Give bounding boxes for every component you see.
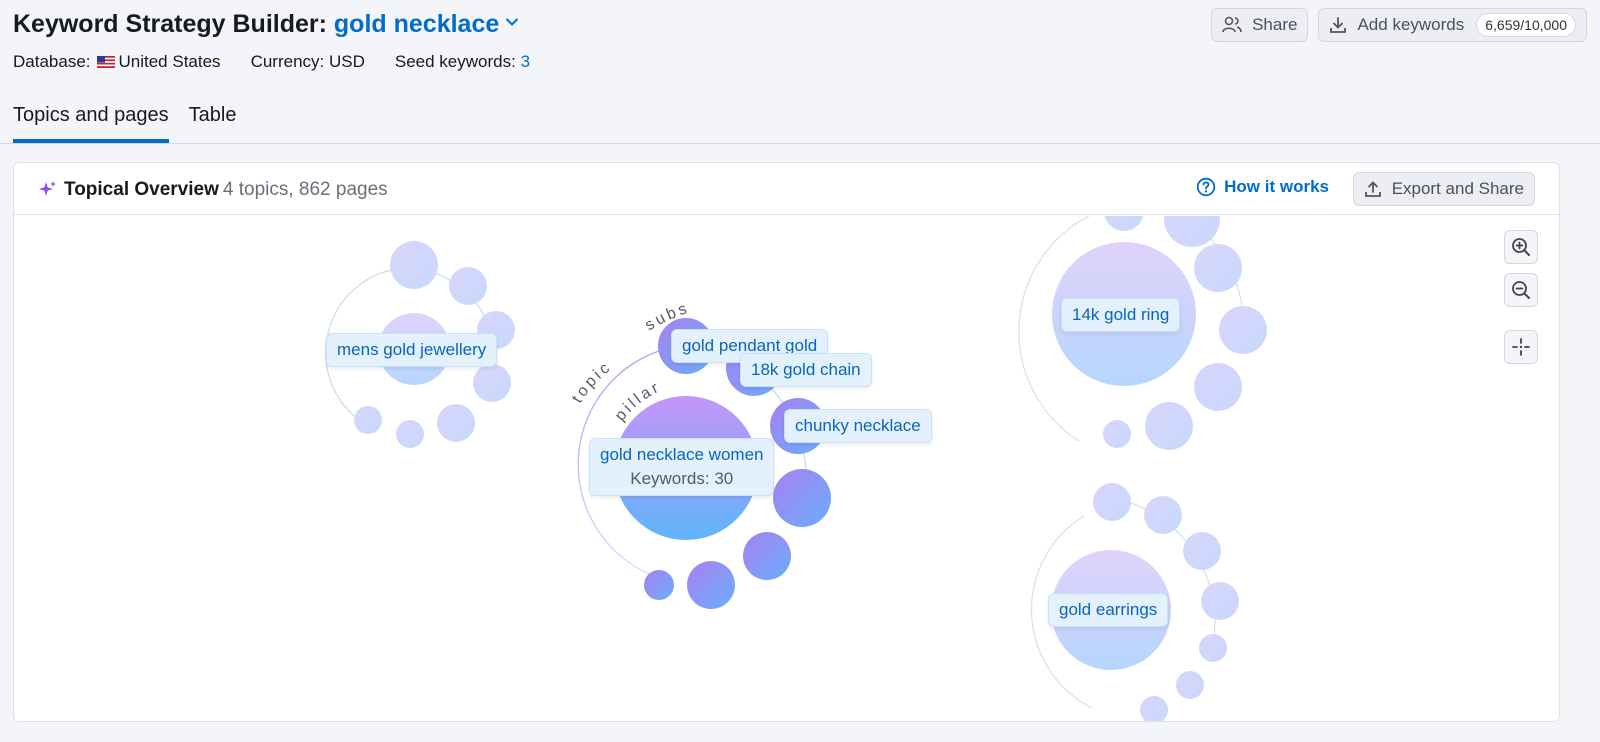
topical-overview-panel: Topical Overview 4 topics, 862 pages How … (13, 162, 1560, 722)
zoom-in-icon (1512, 238, 1530, 256)
currency-info: Currency: USD (250, 52, 365, 71)
keyword-text: gold necklace (333, 10, 500, 38)
database-info: Database: United States (13, 52, 221, 72)
arc-label-topic: topic (569, 358, 615, 406)
us-flag-icon (96, 56, 115, 68)
view-tabs: Topics and pages Table (13, 100, 236, 143)
subtopic-label-chunky-necklace[interactable]: chunky necklace (784, 409, 932, 443)
seed-label: Seed keywords: (394, 52, 516, 71)
sparkle-icon (39, 181, 56, 196)
share-button[interactable]: Share (1211, 8, 1309, 42)
topic-label-gold-earrings[interactable]: gold earrings (1048, 593, 1169, 627)
keyword-selector[interactable]: gold necklace (334, 10, 519, 38)
zoom-in-button[interactable] (1504, 230, 1538, 264)
topic-map-graphic: topic subs pillar (325, 216, 1267, 721)
recenter-icon (1512, 338, 1530, 356)
seed-count-link[interactable]: 3 (521, 52, 530, 71)
tab-table[interactable]: Table (189, 100, 237, 143)
zoom-out-icon (1512, 281, 1530, 299)
database-meta: Database: United States Currency: USD See… (13, 52, 530, 72)
topic-map-canvas[interactable]: topic subs pillar mens gold jewellery go… (14, 216, 1559, 721)
topic-label-14k-gold-ring[interactable]: 14k gold ring (1061, 298, 1181, 332)
keyword-count: Keywords: 30 (630, 469, 734, 488)
recenter-button[interactable] (1504, 330, 1538, 364)
users-icon (1222, 16, 1242, 33)
share-label: Share (1252, 15, 1298, 34)
database-label: Database: (13, 52, 91, 71)
database-value: United States (118, 52, 221, 71)
how-it-works-link[interactable]: How it works (1196, 177, 1329, 197)
how-it-works-label: How it works (1224, 177, 1329, 196)
title-prefix: Keyword Strategy Builder: (13, 10, 327, 38)
topic-cluster-14k-gold-ring[interactable] (1018, 216, 1267, 450)
subtopic-label-18k-gold-chain[interactable]: 18k gold chain (740, 353, 872, 387)
page-title: Keyword Strategy Builder: gold necklace (13, 8, 519, 40)
topic-label-gold-necklace-women[interactable]: gold necklace women Keywords: 30 (589, 438, 775, 496)
download-icon (1330, 17, 1347, 33)
tab-topics-and-pages[interactable]: Topics and pages (13, 100, 169, 143)
panel-subtitle: 4 topics, 862 pages (222, 179, 388, 200)
seed-keywords-info: Seed keywords: 3 (395, 52, 530, 72)
help-circle-icon (1196, 177, 1216, 197)
chevron-down-icon (506, 18, 519, 26)
upload-icon (1364, 181, 1381, 197)
export-and-share-button[interactable]: Export and Share (1352, 172, 1535, 206)
add-keywords-label: Add keywords (1357, 15, 1465, 34)
page-header: Keyword Strategy Builder: gold necklace … (13, 8, 1587, 48)
keyword-counter-badge: 6,659/10,000 (1476, 13, 1576, 37)
topic-label-text: gold necklace women (600, 445, 764, 464)
add-keywords-button[interactable]: Add keywords 6,659/10,000 (1318, 8, 1587, 42)
zoom-out-button[interactable] (1504, 273, 1538, 307)
panel-title: Topical Overview 4 topics, 862 pages (38, 177, 388, 201)
tabs-divider (0, 143, 1600, 144)
export-and-share-label: Export and Share (1391, 179, 1524, 198)
panel-title-text: Topical Overview (64, 179, 219, 200)
panel-header: Topical Overview 4 topics, 862 pages How … (14, 163, 1559, 215)
topic-label-mens-gold-jewellery[interactable]: mens gold jewellery (326, 333, 498, 367)
